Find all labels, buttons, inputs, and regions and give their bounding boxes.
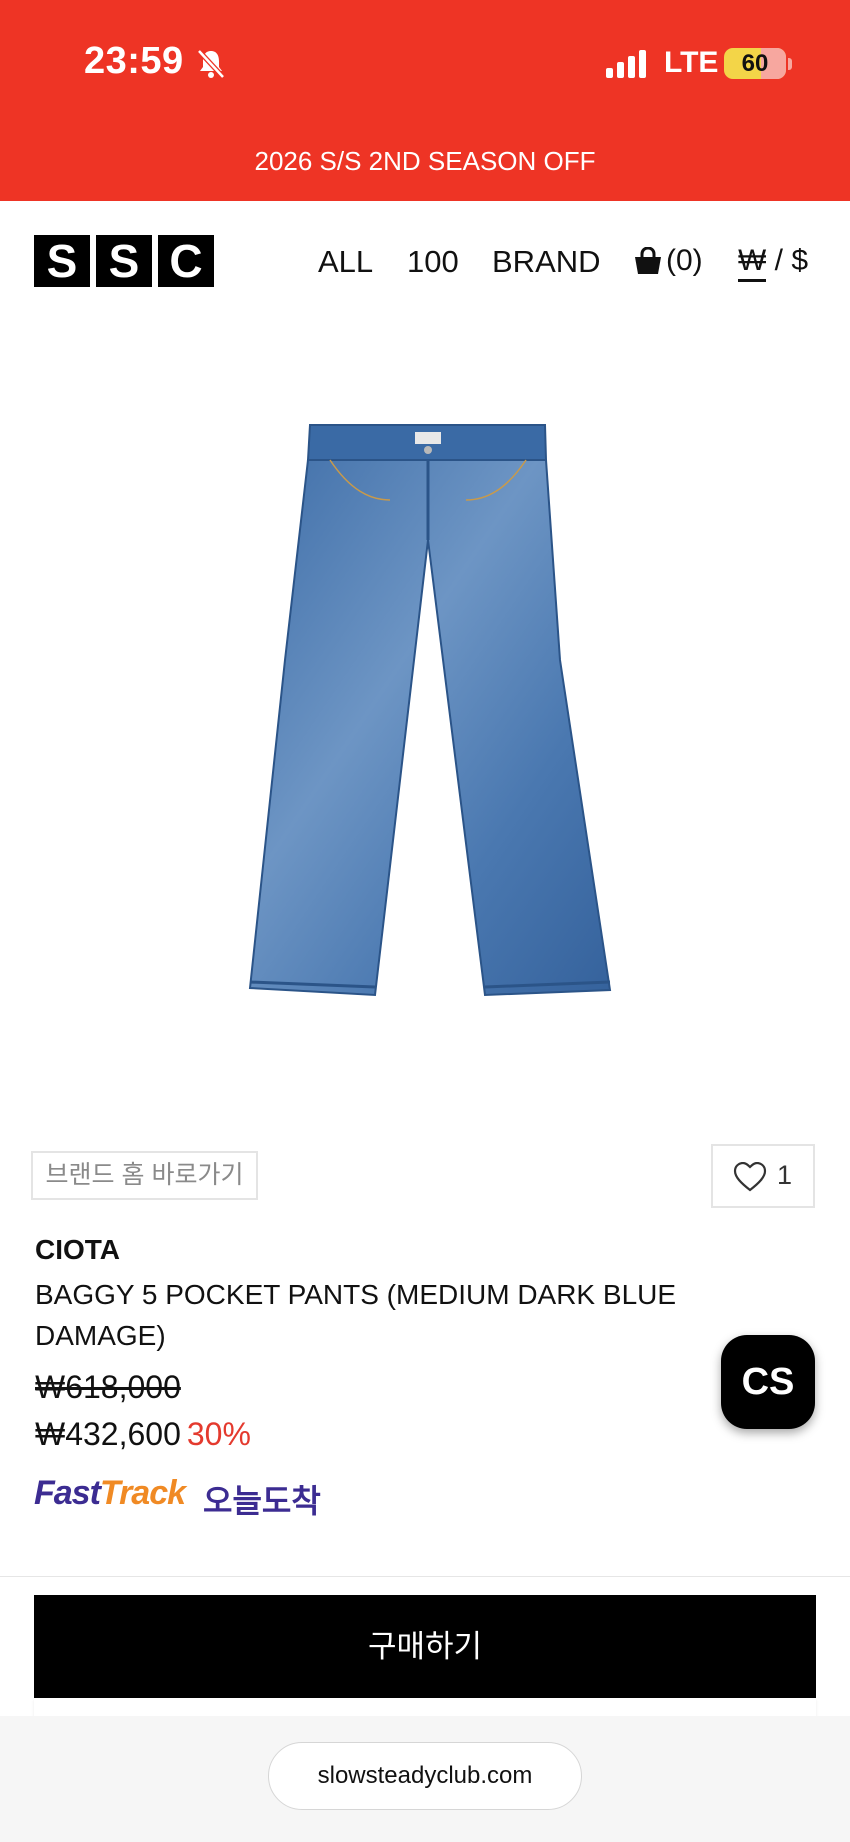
- sale-price-row: ₩432,600 30%: [35, 1416, 251, 1453]
- currency-dollar[interactable]: $: [791, 244, 808, 277]
- battery-icon: 60: [724, 48, 786, 79]
- like-button[interactable]: 1: [711, 1144, 815, 1208]
- cs-chat-button[interactable]: CS: [721, 1335, 815, 1429]
- nav-brand[interactable]: BRAND: [492, 244, 601, 280]
- logo-letter: S: [96, 235, 152, 287]
- discount-rate: 30%: [186, 1416, 251, 1452]
- sale-price: ₩432,600: [35, 1416, 181, 1452]
- product-name: BAGGY 5 POCKET PANTS (MEDIUM DARK BLUE D…: [35, 1279, 677, 1351]
- buy-button[interactable]: 구매하기: [34, 1595, 816, 1698]
- cart-count[interactable]: (0): [666, 244, 703, 278]
- url-bar[interactable]: slowsteadyclub.com: [268, 1742, 582, 1810]
- heart-icon: [733, 1162, 767, 1192]
- fasttrack-fast: Fast: [34, 1474, 101, 1512]
- brand-home-button[interactable]: 브랜드 홈 바로가기: [31, 1151, 258, 1200]
- original-price: ₩618,000: [35, 1369, 181, 1405]
- currency-toggle[interactable]: ₩ / $: [738, 244, 808, 282]
- signal-icon: [606, 50, 646, 78]
- battery-tip: [788, 58, 792, 70]
- nav-all[interactable]: ALL: [318, 244, 373, 280]
- logo-letter: S: [34, 235, 90, 287]
- status-time: 23:59: [84, 40, 184, 82]
- promo-banner-text[interactable]: 2026 S/S 2ND SEASON OFF: [0, 146, 850, 177]
- nav-100[interactable]: 100: [407, 244, 459, 280]
- fasttrack-label: 오늘도착: [203, 1483, 321, 1519]
- fasttrack-logo: FastTrack: [34, 1474, 186, 1513]
- product-image[interactable]: [240, 410, 620, 1010]
- network-label: LTE: [664, 46, 719, 79]
- buy-bar-edge: [34, 1698, 816, 1718]
- shopping-bag-icon[interactable]: [633, 247, 663, 275]
- currency-separator: /: [766, 244, 792, 277]
- bell-slash-icon: [197, 49, 225, 79]
- ssc-logo[interactable]: S S C: [34, 235, 214, 287]
- logo-letter: C: [158, 235, 214, 287]
- battery-level: 60: [741, 50, 769, 77]
- divider: [0, 1576, 850, 1577]
- like-count: 1: [777, 1160, 793, 1190]
- product-brand[interactable]: CIOTA: [35, 1234, 120, 1266]
- fasttrack-track: Track: [99, 1474, 186, 1512]
- currency-won[interactable]: ₩: [738, 244, 767, 282]
